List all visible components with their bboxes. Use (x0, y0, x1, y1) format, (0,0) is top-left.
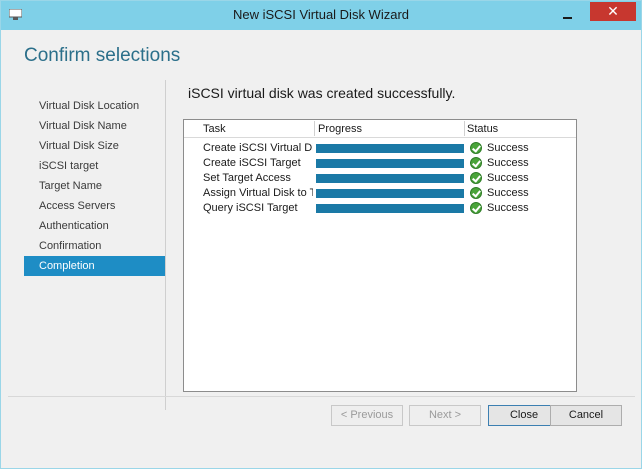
nav-divider (165, 80, 166, 410)
page-title: Confirm selections (24, 45, 181, 66)
column-header-progress[interactable]: Progress (318, 122, 362, 136)
table-row[interactable]: Create iSCSI Target Success (184, 156, 576, 171)
task-name: Query iSCSI Target (203, 202, 298, 214)
window-title: New iSCSI Virtual Disk Wizard (232, 7, 410, 22)
task-name: Create iSCSI Target (203, 157, 301, 169)
next-button[interactable]: Next > (409, 405, 481, 426)
nav-step-virtual-disk-name[interactable]: Virtual Disk Name (24, 116, 165, 136)
footer-divider (8, 396, 635, 397)
column-header-task[interactable]: Task (203, 122, 226, 136)
column-header-status[interactable]: Status (467, 122, 498, 136)
nav-step-completion[interactable]: Completion (24, 256, 165, 276)
task-name: Create iSCSI Virtual Disk (203, 142, 313, 154)
progress-bar (316, 159, 464, 168)
table-row[interactable]: Create iSCSI Virtual Disk Success (184, 141, 576, 156)
progress-bar-fill (316, 159, 464, 168)
minimize-button[interactable] (557, 7, 577, 21)
success-check-icon (470, 157, 482, 169)
nav-step-iscsi-target[interactable]: iSCSI target (24, 156, 165, 176)
status-text: Success (487, 202, 529, 214)
progress-bar (316, 204, 464, 213)
title-bar[interactable]: New iSCSI Virtual Disk Wizard ✕ (1, 1, 641, 30)
success-check-icon (470, 172, 482, 184)
previous-button[interactable]: < Previous (331, 405, 403, 426)
task-name: Assign Virtual Disk to Targ (203, 187, 313, 199)
close-window-button[interactable]: ✕ (590, 2, 636, 21)
nav-step-virtual-disk-size[interactable]: Virtual Disk Size (24, 136, 165, 156)
status-text: Success (487, 172, 529, 184)
status-text: Success (487, 157, 529, 169)
success-check-icon (470, 202, 482, 214)
table-row[interactable]: Set Target Access Success (184, 171, 576, 186)
status-text: Success (487, 142, 529, 154)
status-text: Success (487, 187, 529, 199)
cancel-button[interactable]: Cancel (550, 405, 622, 426)
progress-bar-fill (316, 189, 464, 198)
success-check-icon (470, 142, 482, 154)
table-row[interactable]: Assign Virtual Disk to Targ Success (184, 186, 576, 201)
progress-bar (316, 189, 464, 198)
wizard-body: Confirm selections Virtual Disk Location… (8, 30, 635, 463)
nav-step-authentication[interactable]: Authentication (24, 216, 165, 236)
nav-step-access-servers[interactable]: Access Servers (24, 196, 165, 216)
nav-step-virtual-disk-location[interactable]: Virtual Disk Location (24, 96, 165, 116)
table-row[interactable]: Query iSCSI Target Success (184, 201, 576, 216)
success-check-icon (470, 187, 482, 199)
progress-bar-fill (316, 174, 464, 183)
column-separator[interactable] (464, 121, 465, 136)
nav-step-target-name[interactable]: Target Name (24, 176, 165, 196)
progress-bar-fill (316, 144, 464, 153)
progress-bar (316, 174, 464, 183)
result-message: iSCSI virtual disk was created successfu… (188, 85, 456, 101)
task-name: Set Target Access (203, 172, 291, 184)
wizard-steps-nav: Virtual Disk Location Virtual Disk Name Vi… (24, 96, 165, 276)
progress-table[interactable]: Task Progress Status Create iSCSI Virtua… (183, 119, 577, 392)
column-separator[interactable] (314, 121, 315, 136)
progress-bar (316, 144, 464, 153)
nav-step-confirmation[interactable]: Confirmation (24, 236, 165, 256)
progress-bar-fill (316, 204, 464, 213)
table-header: Task Progress Status (184, 120, 576, 138)
wizard-window: New iSCSI Virtual Disk Wizard ✕ Confirm … (0, 0, 642, 469)
